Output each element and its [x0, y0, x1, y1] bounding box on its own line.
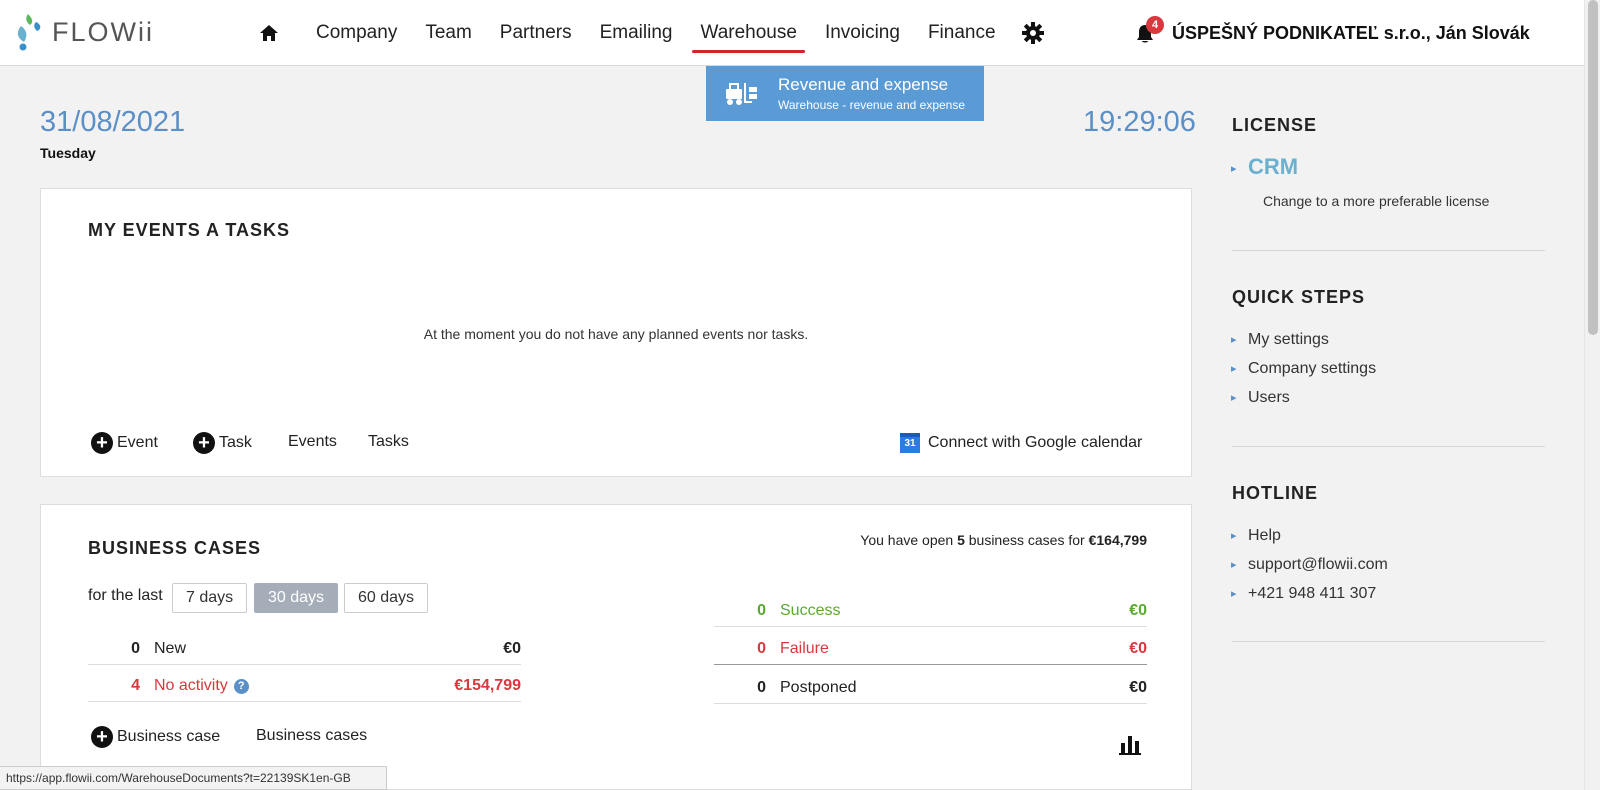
sidebar-divider: [1232, 446, 1545, 447]
case-row-postponed[interactable]: 0 Postponed €0: [714, 670, 1147, 704]
row-count: 0: [757, 640, 766, 657]
help-icon[interactable]: ?: [233, 678, 249, 694]
nav-warehouse[interactable]: Warehouse: [692, 22, 806, 53]
row-label: No activity: [154, 677, 228, 694]
flowii-drop-icon: [17, 14, 41, 51]
current-time: 19:29:06: [1083, 106, 1196, 138]
quick-steps-heading: QUICK STEPS: [1232, 287, 1366, 307]
sidebar-divider: [1232, 641, 1545, 642]
row-label-wrap: No activity?: [154, 677, 249, 695]
hotline-email-link[interactable]: support@flowii.com: [1231, 556, 1388, 574]
row-count: 0: [757, 679, 766, 696]
browser-status-url: https://app.flowii.com/WarehouseDocument…: [0, 766, 387, 790]
current-date: 31/08/2021: [40, 106, 186, 138]
hotline-help-link[interactable]: Help: [1231, 527, 1281, 545]
plus-circle-icon: +: [91, 432, 113, 454]
page-scrollbar[interactable]: [1584, 0, 1600, 790]
summary-mid: business cases for: [964, 532, 1089, 548]
row-count: 0: [757, 602, 766, 619]
gear-icon[interactable]: [1021, 22, 1044, 44]
row-label: Success: [780, 602, 841, 619]
nav-partners[interactable]: Partners: [500, 22, 572, 44]
range-30-days-button[interactable]: 30 days: [254, 583, 339, 613]
bell-icon[interactable]: 4: [1136, 15, 1164, 44]
sidebar-divider: [1232, 250, 1545, 251]
cases-panel-title: BUSINESS CASES: [88, 538, 262, 558]
business-cases-link[interactable]: Business cases: [256, 727, 367, 745]
row-count: 4: [131, 677, 140, 694]
row-count: 0: [131, 640, 140, 657]
case-row-failure[interactable]: 0 Failure €0: [714, 631, 1147, 665]
summary-prefix: You have open: [860, 532, 958, 548]
add-task-button[interactable]: + Task: [193, 432, 252, 454]
events-link[interactable]: Events: [288, 433, 337, 451]
summary-amount: €164,799: [1088, 532, 1147, 548]
logo-text: FLOWii: [52, 16, 154, 47]
license-heading: LICENSE: [1232, 115, 1318, 135]
events-panel-title: MY EVENTS A TASKS: [88, 220, 291, 240]
change-license-link[interactable]: Change to a more preferable license: [1263, 193, 1489, 209]
range-60-days-button[interactable]: 60 days: [344, 583, 429, 613]
add-business-case-label: Business case: [117, 728, 221, 745]
account-area: 4 ÚSPEŠNÝ PODNIKATEĽ s.r.o., Ján Slovák: [1136, 15, 1530, 44]
bar-chart-icon[interactable]: [1119, 733, 1141, 755]
company-user-name[interactable]: ÚSPEŠNÝ PODNIKATEĽ s.r.o., Ján Slovák: [1172, 23, 1530, 44]
case-row-no-activity[interactable]: 4 No activity? €154,799: [88, 668, 521, 702]
google-calendar-label: Connect with Google calendar: [928, 434, 1143, 451]
no-events-message: At the moment you do not have any planne…: [423, 326, 809, 342]
add-task-label: Task: [219, 434, 252, 451]
row-amount: €0: [1129, 602, 1147, 619]
row-amount: €0: [503, 640, 521, 657]
open-cases-summary: You have open 5 business cases for €164,…: [860, 532, 1147, 548]
warehouse-dropdown-item[interactable]: Revenue and expense Warehouse - revenue …: [706, 66, 984, 121]
quick-step-company-settings[interactable]: Company settings: [1231, 360, 1376, 378]
google-calendar-icon: 31: [900, 433, 920, 453]
hotline-phone-link[interactable]: +421 948 411 307: [1231, 585, 1376, 603]
tasks-link[interactable]: Tasks: [368, 433, 409, 451]
dropdown-title: Revenue and expense: [778, 75, 949, 94]
add-business-case-button[interactable]: + Business case: [91, 726, 220, 748]
flowii-logo[interactable]: FLOWii: [14, 12, 154, 52]
forklift-icon: [726, 82, 757, 105]
quick-step-users[interactable]: Users: [1231, 389, 1290, 407]
add-event-label: Event: [117, 434, 158, 451]
dropdown-subtitle: Warehouse - revenue and expense: [778, 98, 966, 112]
current-weekday: Tuesday: [40, 145, 96, 161]
nav-invoicing[interactable]: Invoicing: [825, 22, 900, 44]
events-tasks-panel: MY EVENTS A TASKS At the moment you do n…: [40, 188, 1192, 477]
license-plan-link[interactable]: CRM: [1231, 154, 1298, 180]
nav-team[interactable]: Team: [425, 22, 471, 44]
home-icon[interactable]: [258, 22, 280, 44]
row-amount: €0: [1129, 640, 1147, 657]
scrollbar-thumb[interactable]: [1588, 0, 1598, 335]
quick-step-my-settings[interactable]: My settings: [1231, 331, 1329, 349]
row-amount: €154,799: [454, 677, 521, 694]
case-row-success[interactable]: 0 Success €0: [714, 593, 1147, 627]
row-amount: €0: [1129, 679, 1147, 696]
row-label: Failure: [780, 640, 829, 657]
business-cases-panel: BUSINESS CASES You have open 5 business …: [40, 504, 1192, 790]
summary-count: 5: [957, 532, 965, 548]
main-nav: Company Team Partners Emailing Warehouse…: [258, 22, 1044, 53]
for-the-last-label: for the last: [88, 587, 163, 604]
case-row-new[interactable]: 0 New €0: [88, 631, 521, 665]
nav-company[interactable]: Company: [316, 22, 397, 44]
range-7-days-button[interactable]: 7 days: [172, 583, 248, 613]
row-label: New: [154, 640, 187, 657]
top-header: FLOWii Company Team Partners Emailing Wa…: [0, 0, 1584, 66]
row-label: Postponed: [780, 679, 857, 696]
hotline-heading: HOTLINE: [1232, 483, 1318, 503]
plus-circle-icon: +: [91, 726, 113, 748]
add-event-button[interactable]: + Event: [91, 432, 158, 454]
notification-badge: 4: [1146, 15, 1164, 34]
nav-emailing[interactable]: Emailing: [600, 22, 673, 44]
google-calendar-connect[interactable]: 31 Connect with Google calendar: [900, 433, 1142, 453]
plus-circle-icon: +: [193, 432, 215, 454]
nav-finance[interactable]: Finance: [928, 22, 996, 44]
